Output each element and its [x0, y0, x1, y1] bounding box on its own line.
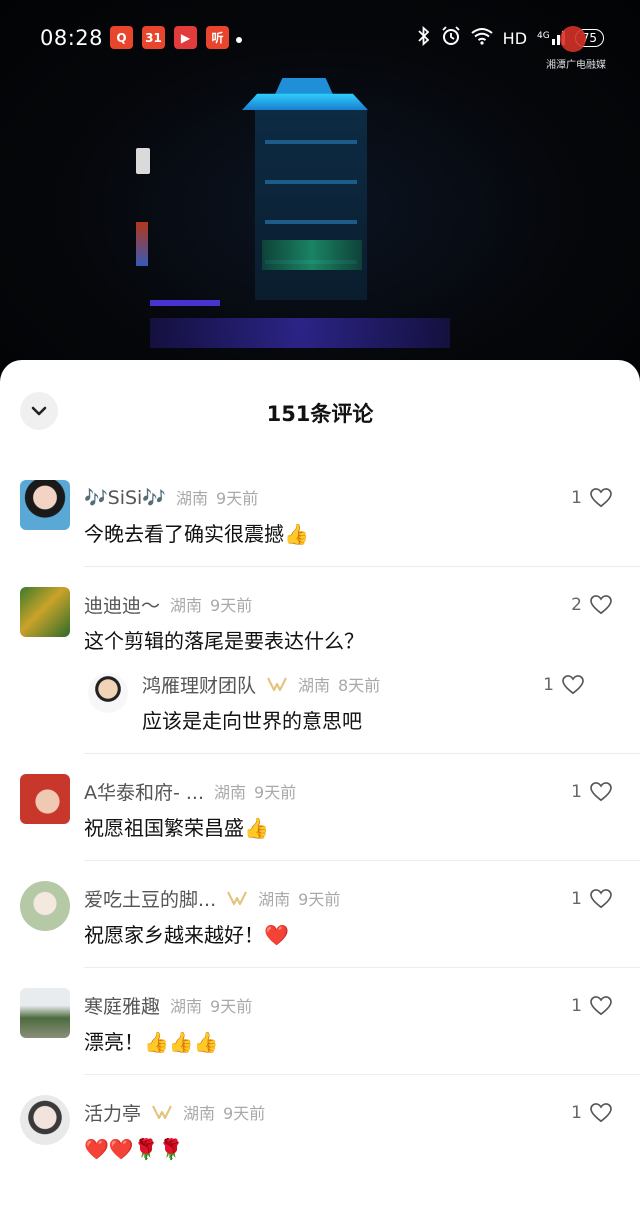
app-icon-3: ▶ [174, 26, 197, 49]
like-button[interactable]: 1 [571, 889, 612, 909]
comment-text: 祝愿祖国繁荣昌盛👍 [84, 816, 269, 840]
like-button[interactable]: 1 [571, 488, 612, 508]
base-light-decoration [150, 300, 220, 306]
app-icon-2: 31 [142, 26, 165, 49]
avatar[interactable] [88, 673, 128, 713]
comment-item: A华泰和府- ... 湖南 9天前 祝愿祖国繁荣昌盛👍 1 [20, 754, 640, 861]
comment-item: 迪迪迪～ 湖南 9天前 这个剪辑的落尾是要表达什么？ 2 鸿雁理财团队 湖南 8… [20, 567, 640, 754]
tower-top-decoration [275, 78, 333, 94]
like-count: 2 [571, 595, 582, 615]
watermark-text: 湘潭广电融媒 [546, 60, 606, 71]
vip-badge-icon [226, 889, 248, 907]
reply-time: 8天前 [338, 676, 381, 695]
like-button[interactable]: 1 [571, 782, 612, 802]
comment-location: 湖南 [170, 997, 203, 1016]
comment-time: 9天前 [210, 596, 253, 615]
comment-location: 湖南 [183, 1104, 216, 1123]
comment-text: 今晚去看了确实很震撼👍 [84, 522, 309, 546]
comments-header: 151条评论 [0, 360, 640, 460]
alarm-icon [441, 26, 461, 50]
video-player[interactable]: 08:28 Q 31 ▶ 听 HD 4G 75 湘潭广电融媒 [0, 0, 640, 380]
comment-location: 湖南 [214, 783, 247, 802]
comment-count-title: 151条评论 [266, 402, 374, 426]
comment-time: 9天前 [216, 489, 259, 508]
comment-author[interactable]: 迪迪迪～ [84, 591, 160, 618]
like-count: 1 [543, 675, 554, 695]
status-time: 08:28 [40, 26, 104, 50]
avatar[interactable] [20, 587, 70, 637]
like-count: 1 [571, 996, 582, 1016]
vip-badge-icon [151, 1103, 173, 1121]
comment-time: 9天前 [210, 997, 253, 1016]
like-button[interactable]: 1 [571, 1103, 612, 1123]
heart-icon [590, 488, 612, 508]
avatar[interactable] [20, 1095, 70, 1145]
comment-author[interactable]: 爱吃土豆的脚... [84, 885, 216, 912]
heart-icon [590, 996, 612, 1016]
app-icon-4: 听 [206, 26, 229, 49]
comment-text: 这个剪辑的落尾是要表达什么？ [84, 629, 364, 653]
reply-item: 鸿雁理财团队 湖南 8天前 应该是走向世界的意思吧 1 [84, 669, 612, 735]
tower-base-light-decoration [150, 318, 450, 348]
heart-icon [590, 782, 612, 802]
heart-icon [590, 889, 612, 909]
tower-roof-decoration [242, 93, 368, 110]
comment-author[interactable]: A华泰和府- ... [84, 778, 204, 805]
comment-item: 寒庭雅趣 湖南 9天前 漂亮！👍👍👍 1 [20, 968, 640, 1075]
comment-author[interactable]: 活力亭 [84, 1099, 141, 1126]
notification-dot [236, 37, 242, 43]
comment-item: 爱吃土豆的脚... 湖南 9天前 祝愿家乡越来越好！❤️ 1 [20, 861, 640, 968]
comment-text: 祝愿家乡越来越好！❤️ [84, 923, 289, 947]
like-count: 1 [571, 1103, 582, 1123]
avatar[interactable] [20, 988, 70, 1038]
like-count: 1 [571, 889, 582, 909]
like-count: 1 [571, 488, 582, 508]
comment-item: 🎶SiSi🎶 湖南 9天前 今晚去看了确实很震撼👍 1 [20, 460, 640, 567]
distant-light-decoration [136, 148, 150, 174]
heart-icon [590, 1103, 612, 1123]
comment-text: 漂亮！👍👍👍 [84, 1030, 219, 1054]
bluetooth-icon [417, 25, 431, 50]
avatar[interactable] [20, 881, 70, 931]
comments-sheet: 151条评论 🎶SiSi🎶 湖南 9天前 今晚去看了确实很震撼👍 1 迪迪迪～ … [0, 360, 640, 1212]
app-icon-1: Q [110, 26, 133, 49]
comment-location: 湖南 [176, 489, 209, 508]
comment-time: 9天前 [254, 783, 297, 802]
heart-icon [590, 595, 612, 615]
comment-location: 湖南 [258, 890, 291, 909]
comment-time: 9天前 [223, 1104, 266, 1123]
status-bar: 08:28 Q 31 ▶ 听 HD 4G 75 湘潭广电融媒 [0, 0, 640, 80]
like-button[interactable]: 2 [571, 595, 612, 615]
reflection-light-decoration [136, 222, 148, 266]
reply-text: 应该是走向世界的意思吧 [142, 709, 362, 733]
comment-item: 活力亭 湖南 9天前 ❤️❤️🌹🌹 1 [20, 1075, 640, 1181]
like-button[interactable]: 1 [543, 675, 584, 695]
comment-text: ❤️❤️🌹🌹 [84, 1137, 184, 1161]
comment-time: 9天前 [298, 890, 341, 909]
avatar[interactable] [20, 480, 70, 530]
watermark-logo [560, 26, 586, 52]
notification-icons: Q 31 ▶ 听 [110, 26, 229, 49]
like-count: 1 [571, 782, 582, 802]
tower-light-decoration [262, 240, 362, 270]
reply-location: 湖南 [298, 676, 331, 695]
wifi-icon [471, 27, 493, 49]
like-button[interactable]: 1 [571, 996, 612, 1016]
network-type: HD [502, 28, 528, 48]
reply-author[interactable]: 鸿雁理财团队 [142, 671, 256, 698]
avatar[interactable] [20, 774, 70, 824]
comment-author[interactable]: 寒庭雅趣 [84, 992, 160, 1019]
comment-location: 湖南 [170, 596, 203, 615]
comment-author[interactable]: 🎶SiSi🎶 [84, 486, 166, 509]
vip-badge-icon [266, 675, 288, 693]
heart-icon [562, 675, 584, 695]
tower-body-decoration [255, 110, 367, 300]
